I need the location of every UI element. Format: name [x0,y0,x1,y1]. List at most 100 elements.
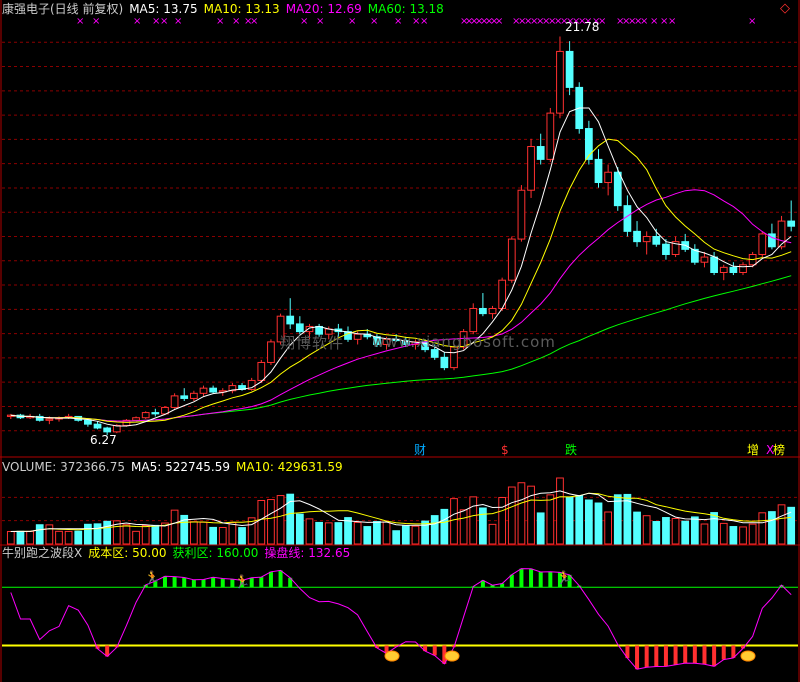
top-signal-marker: × [76,16,84,27]
volume-bar [556,477,564,545]
watermark-url: www.xiangbosoft.com [372,333,556,351]
cost-zone-bar [673,645,678,665]
profit-zone-bar [538,571,543,588]
candle-body [84,419,92,425]
volume-ma5-legend: MA5: 522745.59 [131,460,231,474]
top-signal-marker: × [316,16,324,27]
volume-bar [671,517,680,545]
candle-body [286,315,295,325]
volume-bar [295,513,304,545]
candle-body [189,392,198,399]
candle-body [710,256,718,273]
diamond-icon[interactable]: ◇ [780,2,790,16]
event-tag-dollar[interactable]: $ [501,443,509,457]
volume-bar [459,509,468,545]
volume-bar [132,530,140,545]
cost-zone-bar [683,645,688,664]
gem-icon [384,650,400,662]
event-tag-increase[interactable]: 增 [747,443,759,457]
cost-zone-bar [644,645,649,668]
candle-body [257,361,266,381]
cost-zone-bar [654,645,659,667]
volume-bar [228,522,237,545]
volume-bar [189,521,198,545]
candle-body [642,236,651,243]
volume-bar [652,521,661,545]
volume-bar [430,515,439,545]
volume-bar [276,495,285,545]
event-tag-finance[interactable]: 财 [414,443,426,457]
candle-body [652,236,661,245]
candle-body [527,146,535,191]
volume-bar [729,526,738,545]
top-signal-marker: × [300,16,308,27]
volume-bar [218,527,227,545]
profit-zone-bar [249,577,254,588]
ma10-legend: MA10: 13.13 [203,2,280,16]
candle-body [209,387,218,393]
candle-body [267,341,275,363]
candle-body [479,307,487,315]
volume-bar [305,518,314,545]
volume-bar [488,523,497,545]
cost-zone-bar [702,645,707,665]
profit-zone-bar [278,570,283,588]
volume-bar [700,523,709,545]
volume-bar [411,525,420,545]
volume-bar [324,522,333,545]
candle-body [546,112,555,160]
top-signal-marker: × [650,16,658,27]
top-signal-marker: × [160,16,168,27]
volume-bar [517,482,526,545]
candle-body [662,243,670,255]
volume-bar [363,526,372,545]
volume-bar [16,530,25,545]
cost-zone-bar [692,645,697,664]
volume-bar [392,530,401,545]
candle-body [440,356,449,369]
cost-zone-bar [721,645,726,660]
candle-body [93,423,102,429]
volume-bar [401,525,410,545]
cost-zone-bar [432,645,437,656]
candle-body [777,220,786,248]
candle-body [536,146,545,160]
volume-bar [170,509,179,545]
gem-icon [444,650,460,662]
volume-bar [373,521,381,545]
volume-bar [498,496,507,545]
profit-zone-legend: 获利区: 160.00 [172,546,259,560]
volume-bar [594,502,603,545]
volume-bar [613,494,622,545]
event-tag-list[interactable]: 榜 [773,443,785,457]
runner-icon: 🏃 [556,570,572,586]
profit-zone-bar [162,576,167,588]
profit-zone-bar [220,578,225,588]
profit-zone-bar [211,577,216,588]
candle-body [633,230,641,243]
profit-zone-bar [529,568,534,588]
top-signal-marker: × [420,16,428,27]
profit-zone-bar [182,577,187,588]
volume-bar [710,512,718,545]
candle-body [758,233,767,255]
volume-legend: VOLUME: 372366.75 [2,460,126,474]
volume-bar [536,512,545,545]
candle-body [565,50,574,88]
price-panel-header: 康强电子(日线 前复权) MA5: 13.75 MA10: 13.13 MA20… [2,2,444,16]
volume-bar [141,525,150,545]
candle-body [132,417,140,421]
candle-body [787,220,796,227]
runner-icon: 🏃 [144,570,160,586]
profit-zone-bar [519,568,524,588]
volume-bar [257,499,266,545]
volume-bar [35,524,44,545]
volume-bar [690,516,699,545]
candle-body [469,307,478,333]
top-signal-marker: × [394,16,402,27]
event-tag-fall[interactable]: 跌 [565,443,577,457]
top-signal-marker: × [216,16,224,27]
candle-body [199,387,208,394]
volume-bar [565,496,574,545]
volume-bar [768,511,776,545]
